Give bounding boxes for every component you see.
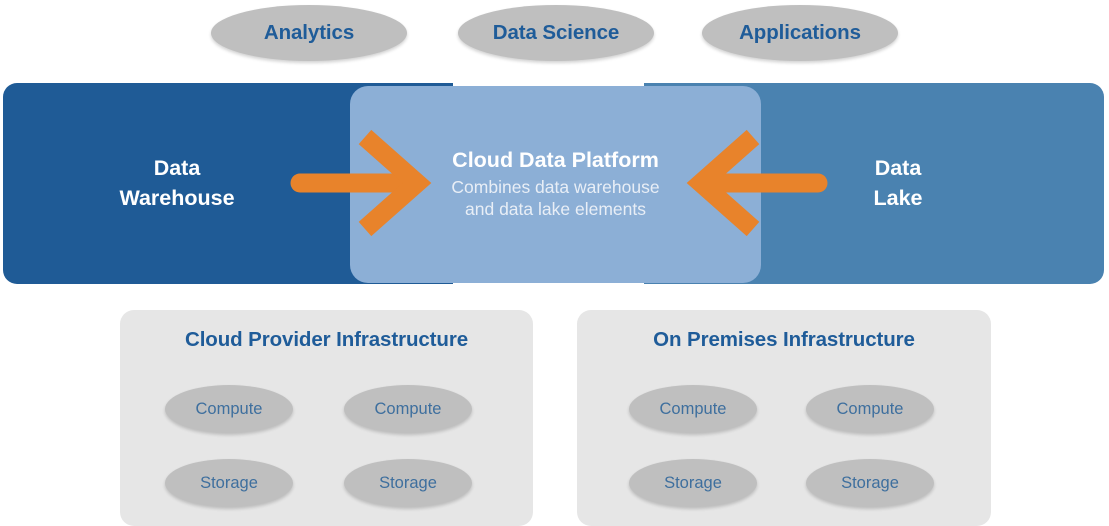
resource-ellipse-storage: Storage bbox=[165, 459, 293, 507]
resource-ellipse-storage: Storage bbox=[806, 459, 934, 507]
resource-label: Compute bbox=[374, 399, 442, 418]
consumer-ellipse-applications: Applications bbox=[702, 5, 898, 61]
resource-label: Compute bbox=[195, 399, 263, 418]
main-band: Data Warehouse Data Lake Cloud Data Plat… bbox=[3, 83, 1104, 284]
resource-ellipse-compute: Compute bbox=[165, 385, 293, 433]
consumer-ellipse-row: Analytics Data Science Applications bbox=[0, 0, 1109, 70]
cloud-provider-infrastructure-title: Cloud Provider Infrastructure bbox=[184, 328, 468, 351]
resource-label: Compute bbox=[836, 399, 904, 418]
resource-ellipse-compute: Compute bbox=[344, 385, 472, 433]
on-premises-infrastructure-title: On Premises Infrastructure bbox=[653, 328, 915, 351]
consumer-ellipse-data-science: Data Science bbox=[458, 5, 654, 61]
cloud-data-platform-panel: Cloud Data Platform Combines data wareho… bbox=[350, 86, 761, 283]
cloud-data-platform-subtitle: Combines data warehouse and data lake el… bbox=[451, 176, 659, 221]
resource-grid: Compute Compute Storage Storage bbox=[120, 376, 533, 516]
cloud-provider-infrastructure-panel: Cloud Provider Infrastructure Compute Co… bbox=[120, 310, 533, 526]
resource-ellipse-compute: Compute bbox=[629, 385, 757, 433]
resource-label: Storage bbox=[379, 473, 437, 492]
cloud-data-platform-title: Cloud Data Platform bbox=[452, 148, 659, 173]
cloud-data-platform-subtitle-line1: Combines data warehouse bbox=[451, 177, 660, 197]
cloud-data-platform-subtitle-line2: and data lake elements bbox=[465, 199, 646, 220]
consumer-label: Applications bbox=[739, 20, 861, 44]
resource-label: Compute bbox=[659, 399, 727, 418]
consumer-label: Data Science bbox=[492, 20, 620, 44]
consumer-label: Analytics bbox=[263, 20, 355, 44]
resource-label: Storage bbox=[200, 473, 258, 492]
resource-label: Storage bbox=[664, 473, 722, 492]
resource-ellipse-storage: Storage bbox=[629, 459, 757, 507]
resource-grid: Compute Compute Storage Storage bbox=[577, 376, 991, 516]
resource-ellipse-storage: Storage bbox=[344, 459, 472, 507]
resource-label: Storage bbox=[841, 473, 899, 492]
resource-ellipse-compute: Compute bbox=[806, 385, 934, 433]
on-premises-infrastructure-panel: On Premises Infrastructure Compute Compu… bbox=[577, 310, 991, 526]
diagram-canvas: Analytics Data Science Applications Data… bbox=[0, 0, 1109, 526]
consumer-ellipse-analytics: Analytics bbox=[211, 5, 407, 61]
